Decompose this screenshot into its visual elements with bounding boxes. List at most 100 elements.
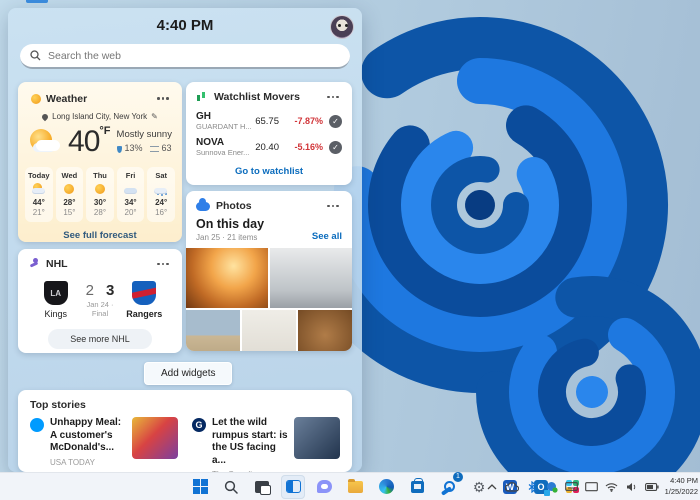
home-score: 3 (106, 282, 114, 299)
weather-location-row[interactable]: Long Island City, New York ✎ (18, 112, 182, 121)
weather-widget[interactable]: Weather Long Island City, New York ✎ 40°… (18, 82, 182, 242)
wallpaper-bloom (330, 0, 700, 500)
gear-icon: ⚙ (473, 480, 486, 494)
chat-button[interactable] (312, 475, 336, 499)
cloud-icon (505, 482, 519, 492)
bluetooth-icon (528, 481, 536, 493)
chevron-up-icon (487, 484, 497, 490)
photo-thumbnail[interactable] (186, 310, 240, 351)
location-pin-icon (41, 112, 49, 120)
forecast-day-icon (61, 183, 77, 196)
forecast-day[interactable]: Fri 34° 20° (117, 167, 145, 222)
forecast-day-icon (123, 183, 139, 196)
keyboard-tray-button[interactable] (565, 480, 579, 494)
search-icon (224, 480, 238, 494)
keyboard-icon (565, 482, 578, 491)
search-input[interactable] (48, 50, 340, 62)
rangers-logo (132, 281, 156, 305)
forecast-day[interactable]: Sat 24° 16° (147, 167, 175, 222)
current-temperature: 40 (68, 125, 99, 158)
usa-today-icon (30, 418, 44, 432)
volume-tray-button[interactable] (625, 480, 639, 494)
taskbar: 1 ⚙ W O (0, 472, 700, 500)
nhl-widget[interactable]: NHL LA Kings 2 3 Jan 24 · Final Rangers … (18, 249, 182, 353)
battery-icon (645, 483, 659, 491)
onedrive-tray-button[interactable] (505, 480, 519, 494)
story-thumbnail (132, 417, 178, 459)
show-hidden-icons-button[interactable] (485, 480, 499, 494)
display-tray-button[interactable] (585, 480, 599, 494)
forecast-day-icon (31, 183, 47, 196)
microsoft-store-button[interactable] (405, 475, 429, 499)
photo-thumbnail[interactable] (186, 248, 268, 308)
network-tray-button[interactable] (605, 480, 619, 494)
photos-subtitle: Jan 25 · 21 items (196, 233, 312, 242)
see-full-forecast-link[interactable]: See full forecast (18, 230, 182, 241)
taskbar-search-button[interactable] (219, 475, 243, 499)
notification-badge: 1 (453, 472, 463, 482)
watchlist-more-options-button[interactable] (322, 90, 344, 104)
widgets-icon (286, 480, 301, 493)
hidden-window-tab[interactable] (26, 0, 48, 3)
home-team[interactable]: Rangers (122, 281, 166, 319)
weather-location: Long Island City, New York (52, 112, 147, 121)
bluetooth-tray-button[interactable] (525, 480, 539, 494)
defender-tray-button[interactable] (545, 480, 559, 494)
battery-tray-button[interactable] (645, 480, 659, 494)
nhl-title: NHL (46, 258, 146, 270)
watchlist-check-icon[interactable]: ✓ (329, 141, 342, 154)
watchlist-widget[interactable]: Watchlist Movers GH GUARDANT H... 65.75 … (186, 82, 352, 185)
away-team[interactable]: LA Kings (34, 281, 78, 319)
game-status: Jan 24 · Final (78, 300, 123, 318)
photos-widget[interactable]: Photos On this day Jan 25 · 21 items See… (186, 191, 352, 351)
news-story[interactable]: Unhappy Meal: A customer's McDonald's...… (30, 417, 178, 472)
chat-icon (317, 480, 332, 493)
photo-thumbnail[interactable] (242, 310, 296, 351)
task-view-icon (255, 481, 269, 493)
see-more-nhl-button[interactable]: See more NHL (48, 329, 152, 349)
photos-cloud-icon (196, 202, 210, 211)
weather-more-options-button[interactable] (152, 92, 174, 106)
photos-title: Photos (216, 200, 316, 212)
taskbar-clock[interactable]: 4:40 PM 1/25/2022 (665, 476, 698, 496)
away-score: 2 (86, 282, 94, 299)
photos-see-all-link[interactable]: See all (312, 231, 342, 242)
forecast-day-icon (153, 183, 169, 196)
forecast-day[interactable]: Thu 30° 28° (86, 167, 114, 222)
edit-location-icon[interactable]: ✎ (151, 112, 158, 121)
weather-widget-icon (28, 93, 40, 105)
edge-button[interactable] (374, 475, 398, 499)
watchlist-check-icon[interactable]: ✓ (329, 115, 342, 128)
forecast-day[interactable]: Today 44° 21° (25, 167, 53, 222)
news-story[interactable]: G Let the wild rumpus start: is the US f… (192, 417, 340, 472)
precipitation-value: 13% (125, 142, 143, 156)
search-icon (30, 50, 41, 61)
air-quality-value: 63 (162, 142, 172, 156)
widgets-button[interactable] (281, 475, 305, 499)
widgets-panel: 4:40 PM Weather Long Island City, New Yo… (8, 8, 362, 472)
go-to-watchlist-link[interactable]: Go to watchlist (186, 166, 352, 177)
start-button[interactable] (188, 475, 212, 499)
taskbar-time: 4:40 PM (665, 476, 698, 486)
forecast-day-icon (92, 183, 108, 196)
photo-thumbnail[interactable] (298, 310, 352, 351)
forecast-day[interactable]: Wed 28° 15° (56, 167, 84, 222)
photos-more-options-button[interactable] (322, 199, 344, 213)
forecast-row: Today 44° 21° Wed 28° 15° Thu 30° 28° Fr… (25, 167, 175, 222)
photo-thumbnail[interactable] (270, 248, 352, 308)
watchlist-row[interactable]: GH GUARDANT H... 65.75 -7.87% ✓ (186, 108, 352, 134)
user-avatar[interactable] (330, 15, 354, 39)
search-bar[interactable] (20, 44, 350, 69)
key-icon (441, 479, 456, 494)
folder-icon (348, 481, 363, 493)
weather-title: Weather (46, 93, 146, 105)
photos-heading: On this day (196, 217, 312, 231)
guardian-icon: G (192, 418, 206, 432)
pinned-key-app-button[interactable]: 1 (436, 475, 460, 499)
add-widgets-button[interactable]: Add widgets (144, 362, 232, 385)
watchlist-row[interactable]: NOVA Sunnova Ener... 20.40 -5.16% ✓ (186, 134, 352, 160)
file-explorer-button[interactable] (343, 475, 367, 499)
shield-icon (546, 481, 558, 493)
nhl-more-options-button[interactable] (152, 257, 174, 271)
task-view-button[interactable] (250, 475, 274, 499)
